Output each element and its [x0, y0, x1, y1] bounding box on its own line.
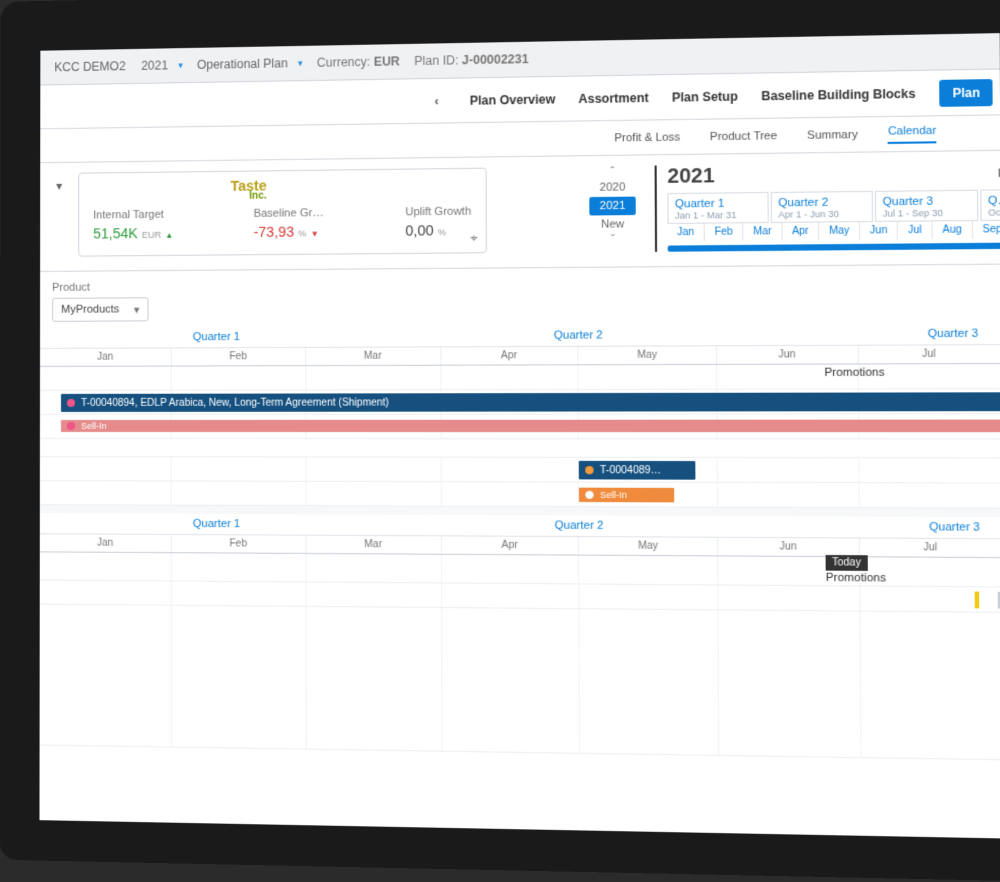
tab-baseline[interactable]: Baseline Building Blocks [761, 86, 915, 103]
month-jul[interactable]: Jul [898, 221, 933, 239]
tab-plan-overview[interactable]: Plan Overview [470, 92, 556, 108]
planid-label: Plan ID: J-00002231 [414, 52, 528, 68]
month-feb[interactable]: Feb [705, 223, 744, 241]
tab-assortment[interactable]: Assortment [578, 90, 648, 105]
currency-label: Currency: EUR [317, 54, 400, 70]
context-picker[interactable]: KCC DEMO2 2021 [54, 58, 182, 74]
subtab-pnl[interactable]: Profit & Loss [614, 131, 680, 144]
kpi-calendar-row: ▾ TasteInc. Internal Target 51,54KEUR Ba… [40, 149, 1000, 272]
month-sep[interactable]: Sep [973, 221, 1000, 239]
calendar-year: 2021 [667, 165, 714, 189]
kpi-uplift-growth: Uplift Growth 0,00% [405, 205, 471, 238]
gantt-bar-sellin2[interactable]: Sell-In [579, 488, 674, 503]
subtab-summary[interactable]: Summary [807, 128, 858, 141]
kpi-baseline-growth: Baseline Gr… -73,93% [254, 207, 324, 240]
gantt-new-dot[interactable] [974, 592, 979, 609]
g1-q2: Quarter 2 [396, 324, 764, 346]
year-picker: ˆ 2020 2021 New ˇ [581, 166, 645, 253]
year-2021[interactable]: 2021 [589, 197, 636, 216]
promotions-label: Promotions [824, 366, 884, 379]
month-jun[interactable]: Jun [860, 222, 898, 240]
month-jan[interactable]: Jan [668, 224, 705, 242]
kpi-card[interactable]: TasteInc. Internal Target 51,54KEUR Base… [78, 168, 487, 257]
quarter-3[interactable]: Quarter 3Jul 1 - Sep 30 [875, 190, 978, 222]
month-apr[interactable]: Apr [782, 223, 819, 241]
back-icon[interactable]: ‹ [426, 93, 447, 108]
subtab-producttree[interactable]: Product Tree [710, 129, 777, 142]
target-icon[interactable]: ⌖ [470, 231, 477, 246]
g1-q3: Quarter 3 [764, 322, 1000, 345]
subtab-calendar[interactable]: Calendar [888, 124, 937, 143]
gantt-bar-short[interactable]: T-0004089… [579, 461, 696, 480]
gantt-bottom: Quarter 1 Quarter 2 Quarter 3 Jan Feb Ma… [40, 513, 1000, 762]
kpi-internal-target: Internal Target 51,54KEUR [93, 209, 173, 242]
month-mar[interactable]: Mar [743, 223, 782, 241]
year-new[interactable]: New [590, 215, 634, 234]
g1-q1: Quarter 1 [40, 326, 396, 348]
month-aug[interactable]: Aug [933, 221, 973, 239]
tab-plan-setup[interactable]: Plan Setup [672, 89, 738, 104]
calendar-range-bar[interactable] [668, 241, 1000, 251]
year-down-icon[interactable]: ˇ [611, 234, 615, 246]
product-label: Product [52, 274, 1000, 294]
calendar-panel: 2021 Internal Calendar Quarter 1Jan 1 - … [655, 159, 1000, 251]
plan-type-picker[interactable]: Operational Plan [197, 56, 303, 72]
product-filter-row: Product MyProducts [40, 264, 1000, 328]
today-badge: Today [826, 555, 868, 571]
month-may[interactable]: May [819, 222, 860, 240]
gantt-bar-sellin[interactable]: Sell-In [61, 420, 1000, 433]
gantt-top: Quarter 1 Quarter 2 Quarter 3 Jan Feb Ma… [40, 322, 1000, 509]
tab-plan[interactable]: Plan [939, 79, 993, 107]
gantt-bar-longterm[interactable]: T-00040894, EDLP Arabica, New, Long-Term… [61, 392, 1000, 412]
year-2020[interactable]: 2020 [589, 178, 636, 197]
quarter-1[interactable]: Quarter 1Jan 1 - Mar 31 [667, 192, 768, 224]
year-up-icon[interactable]: ˆ [610, 166, 614, 178]
expand-icon[interactable]: ▾ [50, 173, 68, 257]
brand-logo: TasteInc. [231, 177, 267, 202]
promotions-label-2: Promotions [826, 572, 886, 585]
quarter-4[interactable]: Q…Oct 1… [980, 189, 1000, 221]
quarter-2[interactable]: Quarter 2Apr 1 - Jun 30 [771, 191, 873, 223]
product-select[interactable]: MyProducts [52, 297, 149, 322]
